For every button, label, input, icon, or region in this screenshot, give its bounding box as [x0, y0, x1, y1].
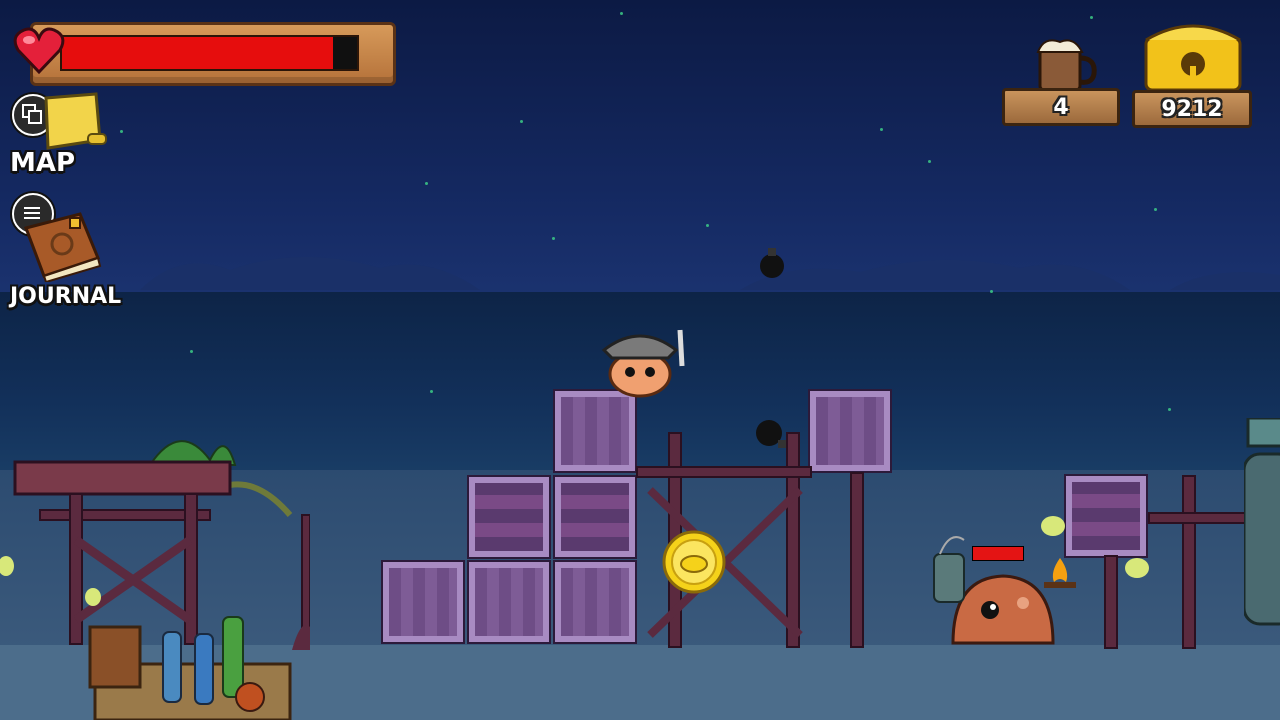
map-scroll-icon[interactable] [30, 92, 108, 154]
firefly-creature [0, 556, 14, 576]
journal-label[interactable]: JOURNAL [10, 284, 121, 309]
scaffold-post [1182, 475, 1196, 649]
root-beer-mug-icon [1036, 39, 1097, 92]
distant-islands [140, 256, 1280, 290]
scaffold-post [850, 472, 864, 648]
journal-book-icon[interactable] [22, 210, 102, 282]
crate [553, 389, 637, 473]
map-label[interactable]: MAP [10, 148, 75, 178]
firefly-creature [1125, 558, 1149, 578]
bottle-crate [88, 616, 292, 720]
crate [553, 475, 637, 559]
campfire [1044, 558, 1076, 588]
mug-count: 4 [1053, 94, 1069, 120]
treasure-chest-icon [1144, 24, 1242, 92]
firefly-creature [85, 588, 101, 606]
enemy-health-fill [973, 547, 1023, 560]
enemy-health-bar [972, 546, 1024, 561]
scaffold-post [1104, 555, 1118, 649]
bomb [756, 420, 786, 448]
heart-icon [13, 27, 65, 75]
crate [467, 560, 551, 644]
treasure-count: 9212 [1161, 96, 1223, 122]
crate [1064, 474, 1148, 558]
health-bar [60, 35, 359, 71]
firefly-creature [1041, 516, 1065, 536]
bomb [760, 248, 784, 278]
player-pirate-octopus [601, 329, 685, 398]
gold-coin[interactable] [662, 530, 726, 594]
mug-count-plank: 4 [1002, 88, 1120, 126]
health-fill [62, 37, 334, 69]
crate [467, 475, 551, 559]
crate [553, 560, 637, 644]
jar-lantern [933, 536, 965, 603]
scaffold-beam [636, 466, 812, 478]
crate [381, 560, 465, 644]
crate [808, 389, 892, 473]
large-jar [1244, 418, 1280, 626]
treasure-count-plank: 9212 [1132, 90, 1252, 128]
